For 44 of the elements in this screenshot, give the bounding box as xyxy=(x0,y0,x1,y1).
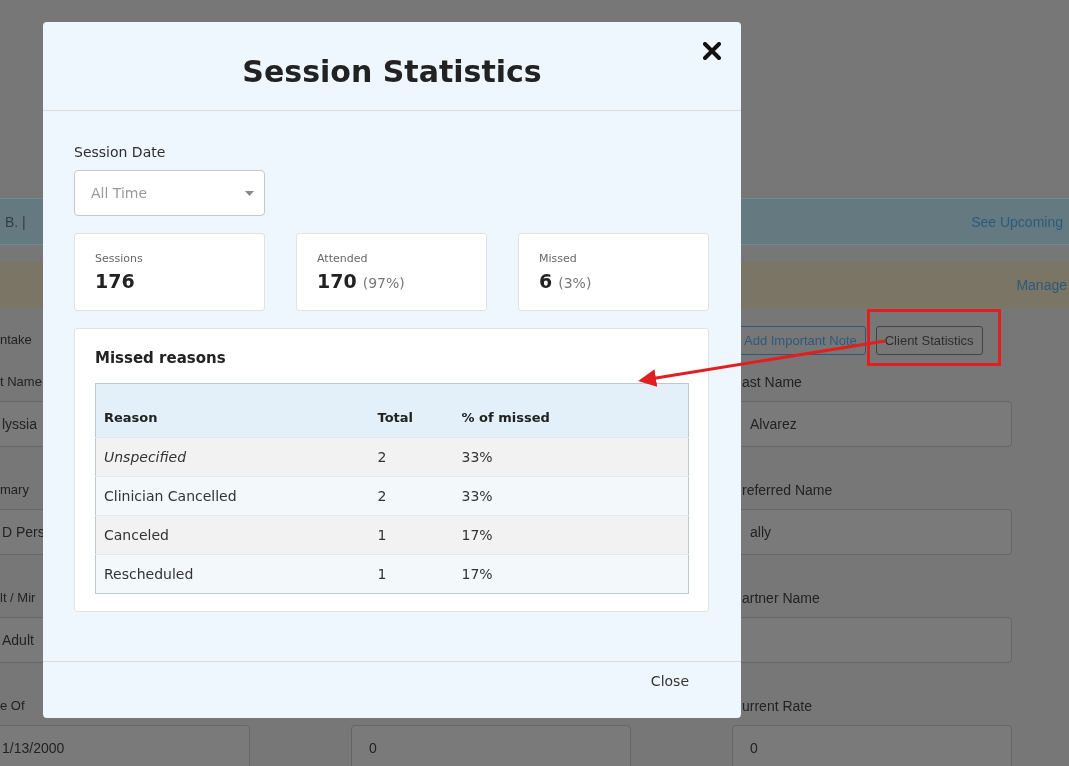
table-cell: 33% xyxy=(453,476,689,516)
stat-value: 176 xyxy=(95,270,135,292)
column-header: Total xyxy=(369,383,454,438)
field-label: e Of xyxy=(0,697,25,715)
stat-label: Sessions xyxy=(95,252,144,265)
field-label: urrent Rate xyxy=(741,697,813,716)
close-icon[interactable] xyxy=(703,42,721,60)
field-label: t Name xyxy=(0,373,42,391)
stat-label: Missed xyxy=(539,252,578,265)
table-cell: Canceled xyxy=(95,515,370,555)
stat-label: Attended xyxy=(317,252,369,265)
column-header: Reason xyxy=(95,383,370,438)
field-label: ntake xyxy=(0,331,32,349)
table-cell: 33% xyxy=(453,437,689,477)
stat-percent: (3%) xyxy=(558,275,592,291)
input-field[interactable]: 1/13/2000 xyxy=(0,725,250,766)
dialog-title: Session Statistics xyxy=(242,53,542,89)
table-cell: 2 xyxy=(369,437,454,477)
table-cell: 2 xyxy=(369,476,454,516)
table-cell: Rescheduled xyxy=(95,554,370,594)
stat-value: 170 xyxy=(317,270,357,292)
column-header: % of missed xyxy=(453,383,689,438)
stat-percent: (97%) xyxy=(362,275,405,291)
table-cell: 17% xyxy=(453,554,689,594)
close-button[interactable]: Close xyxy=(638,669,701,693)
field-label: mary xyxy=(0,481,29,499)
input-field[interactable]: 0 xyxy=(732,725,1012,766)
input-field[interactable]: 0 xyxy=(351,725,631,766)
date-select[interactable]: All Time xyxy=(74,170,265,216)
table-cell: Unspecified xyxy=(95,437,370,477)
field-label: ast Name xyxy=(741,373,802,392)
field-label: artner Name xyxy=(741,589,820,608)
caret-icon xyxy=(245,190,254,196)
card-title: Missed reasons xyxy=(95,349,227,367)
banner-text: B. | xyxy=(5,213,26,230)
table-cell: 17% xyxy=(453,515,689,555)
field-label: Session Date xyxy=(74,144,167,160)
field-label: referred Name xyxy=(741,481,833,500)
table-cell: 1 xyxy=(369,554,454,594)
table-cell: 1 xyxy=(369,515,454,555)
stat-value: 6 xyxy=(539,270,553,292)
table-cell: Clinician Cancelled xyxy=(95,476,370,516)
field-label: lt / Mir xyxy=(0,589,36,607)
page-button[interactable]: Client Statistics xyxy=(875,325,983,355)
